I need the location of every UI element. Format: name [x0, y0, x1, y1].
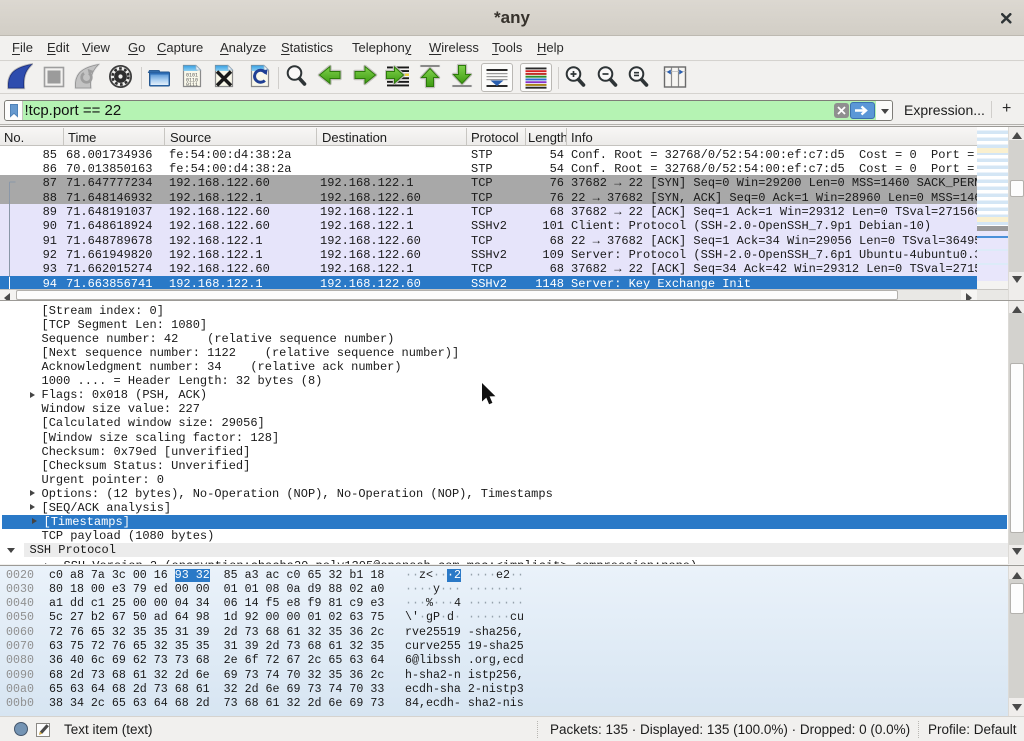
svg-text:0111: 0111 — [186, 82, 198, 88]
